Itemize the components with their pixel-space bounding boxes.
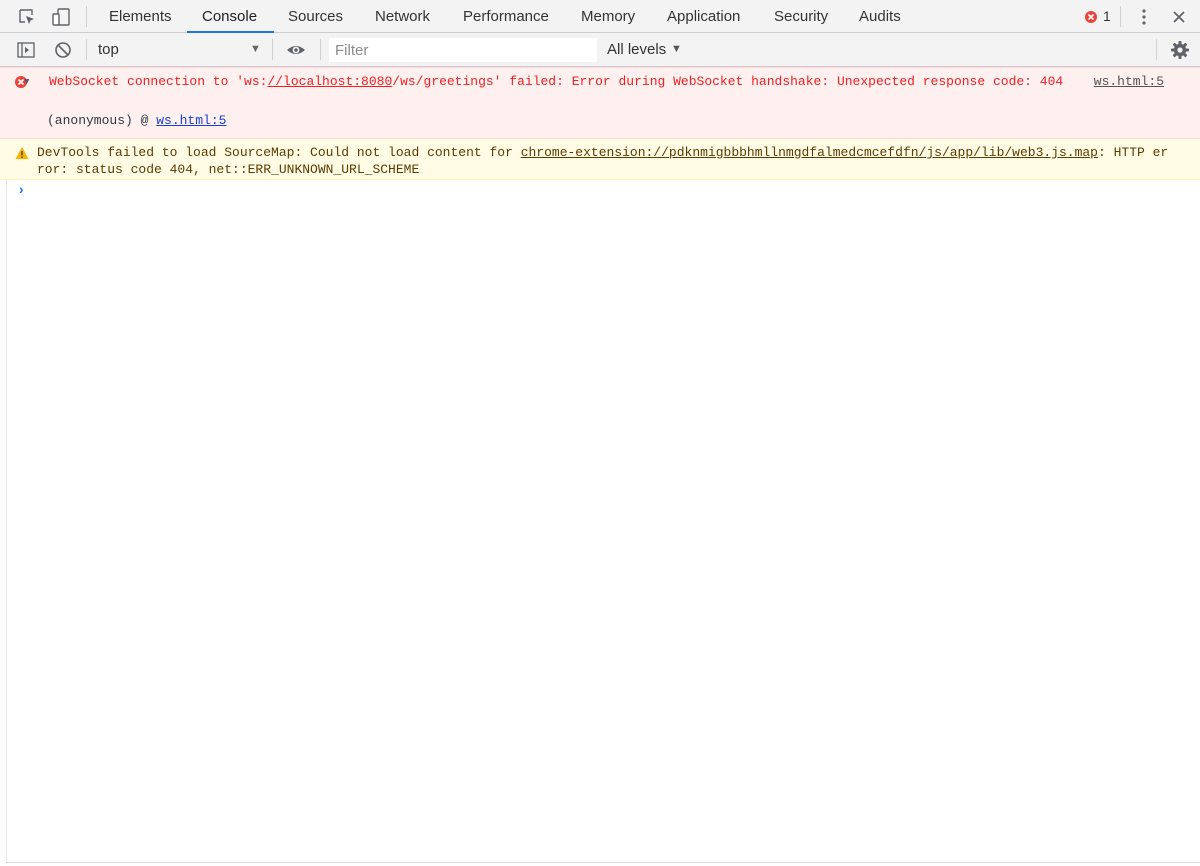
stack-function: (anonymous) @ <box>47 113 157 128</box>
error-text: WebSocket connection to 'ws://localhost:… <box>37 73 1077 90</box>
tab-elements[interactable]: Elements <box>109 0 172 33</box>
tab-audits[interactable]: Audits <box>859 0 901 33</box>
tab-sources[interactable]: Sources <box>288 0 343 33</box>
stack-source-link[interactable]: ws.html:5 <box>156 113 226 128</box>
main-tab-bar: Elements Console Sources Network Perform… <box>0 0 1200 33</box>
warning-text: DevTools failed to load SourceMap: Could… <box>37 144 1171 178</box>
toolbar-divider <box>1156 39 1157 60</box>
panel-bottom-border <box>6 862 1200 863</box>
console-toolbar: top ▼ All levels ▼ <box>0 33 1200 67</box>
expand-triangle-icon[interactable]: ▼ <box>24 74 29 91</box>
error-count[interactable]: 1 <box>1103 0 1111 33</box>
device-toolbar-icon[interactable] <box>51 7 71 27</box>
devtools-window: Elements Console Sources Network Perform… <box>0 0 1200 866</box>
tab-application[interactable]: Application <box>667 0 740 33</box>
close-icon[interactable] <box>1169 7 1189 27</box>
toolbar-divider <box>86 6 87 27</box>
chevron-down-icon[interactable]: ▼ <box>250 33 261 66</box>
panel-edge <box>6 180 7 863</box>
toolbar-divider <box>86 39 87 60</box>
tab-security[interactable]: Security <box>774 0 828 33</box>
filter-input[interactable] <box>329 38 597 62</box>
inspect-element-icon[interactable] <box>17 7 37 27</box>
console-prompt-icon[interactable]: › <box>17 183 25 199</box>
error-icon <box>1085 11 1097 23</box>
warning-icon <box>15 146 29 160</box>
error-count-badge[interactable] <box>1084 7 1098 27</box>
tab-memory[interactable]: Memory <box>581 0 635 33</box>
context-selector[interactable]: top <box>98 33 268 66</box>
warning-url-link[interactable]: chrome-extension://pdknmigbbbhmllnmgdfal… <box>521 145 1098 160</box>
sidebar-toggle-icon[interactable] <box>16 40 36 60</box>
toolbar-divider <box>320 39 321 60</box>
error-source-link[interactable]: ws.html:5 <box>1094 73 1164 90</box>
more-options-icon[interactable] <box>1134 7 1154 27</box>
warning-message[interactable]: DevTools failed to load SourceMap: Could… <box>0 139 1200 180</box>
console-messages: ▼ WebSocket connection to 'ws://localhos… <box>0 67 1200 180</box>
tab-network[interactable]: Network <box>375 0 430 33</box>
clear-console-icon[interactable] <box>53 40 73 60</box>
stack-trace: (anonymous) @ ws.html:5 <box>47 112 226 129</box>
error-host-link[interactable]: //localhost:8080 <box>267 74 392 89</box>
toolbar-divider <box>272 39 273 60</box>
error-message[interactable]: ▼ WebSocket connection to 'ws://localhos… <box>0 67 1200 139</box>
error-rest: /ws/greetings' failed: Error during WebS… <box>392 74 1064 89</box>
toolbar-divider <box>1120 6 1121 27</box>
tab-console[interactable]: Console <box>202 0 257 33</box>
error-prefix: WebSocket connection to 'ws: <box>49 74 268 89</box>
warning-prefix: DevTools failed to load SourceMap: Could… <box>37 145 521 160</box>
tab-performance[interactable]: Performance <box>463 0 549 33</box>
chevron-down-icon[interactable]: ▼ <box>671 33 682 66</box>
live-expression-eye-icon[interactable] <box>286 40 306 60</box>
gear-icon[interactable] <box>1170 40 1190 60</box>
log-levels-dropdown[interactable]: All levels <box>607 33 666 66</box>
